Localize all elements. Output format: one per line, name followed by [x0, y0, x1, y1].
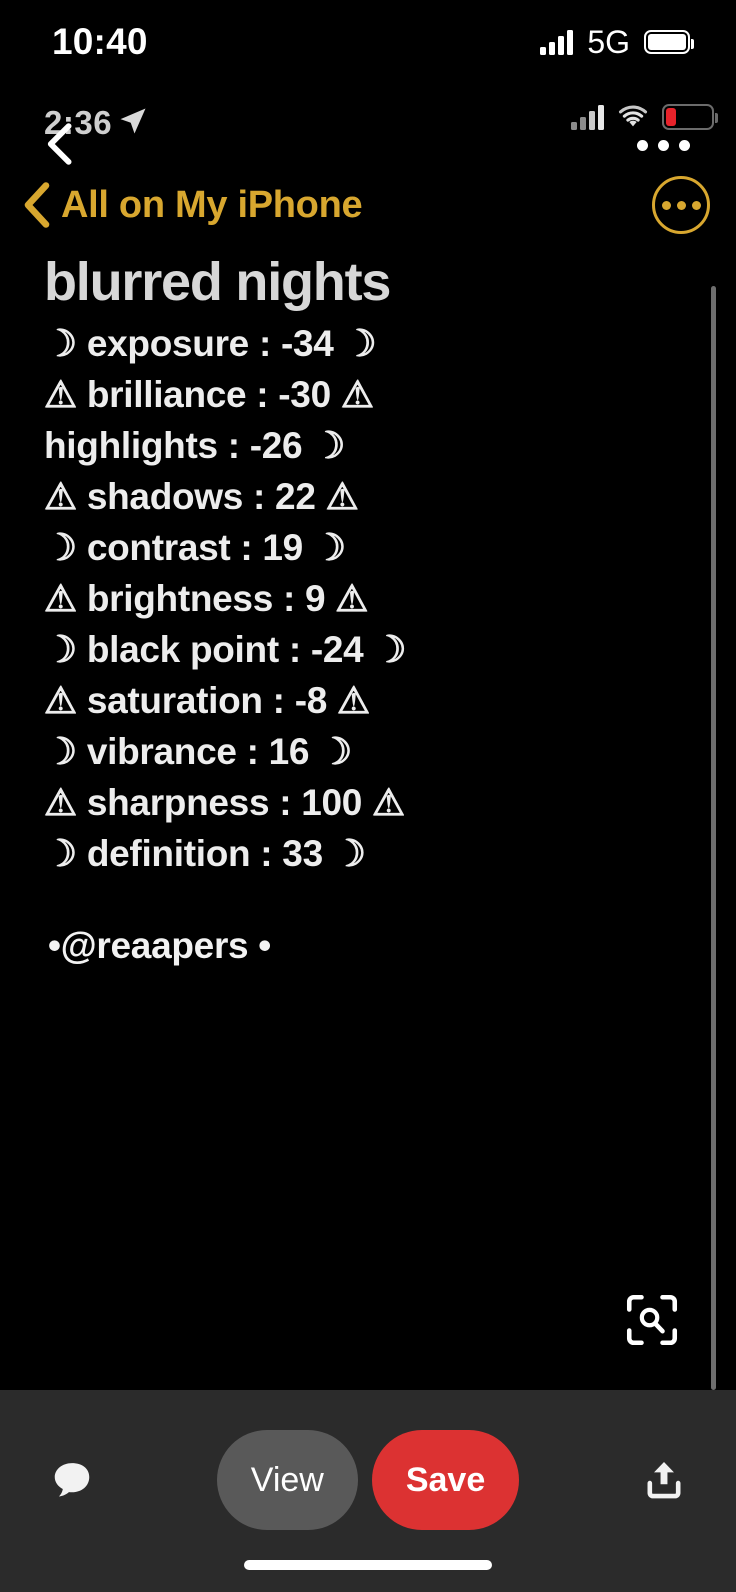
note-line: ⚠ shadows : 22 ⚠ — [44, 476, 359, 518]
note-line: ☽ black point : -24 ☽ — [44, 629, 407, 671]
note-line: highlights : -26 ☽ — [44, 425, 346, 467]
three-dots-indicator — [637, 140, 690, 151]
action-pills: View Save — [216, 1430, 520, 1530]
back-button-label: All on My iPhone — [61, 183, 363, 226]
share-button[interactable] — [634, 1430, 694, 1530]
cellular-bars-icon — [571, 104, 604, 130]
live-text-scan-icon[interactable] — [624, 1292, 680, 1348]
wifi-icon — [618, 105, 648, 127]
device-status-bar: 10:40 5G — [0, 0, 736, 84]
cellular-bars-icon — [540, 29, 574, 55]
phone-screen: 10:40 5G 2:36 All on My iPhone blurred n… — [0, 0, 736, 1592]
screenshot-status-bar: 2:36 — [0, 98, 736, 160]
ellipsis-circle-icon[interactable] — [652, 176, 710, 234]
battery-full-icon — [644, 30, 694, 54]
device-status-icons: 5G — [540, 23, 694, 61]
note-line: ☽ definition : 33 ☽ — [44, 833, 366, 875]
share-export-icon — [647, 1461, 681, 1499]
note-line: ⚠ sharpness : 100 ⚠ — [44, 782, 405, 824]
note-line: ☽ contrast : 19 ☽ — [44, 527, 346, 569]
note-credit: •@reaapers • — [48, 925, 271, 967]
view-button[interactable]: View — [216, 1430, 358, 1530]
note-content[interactable]: blurred nights ☽ exposure : -34 ☽ ⚠ bril… — [0, 244, 736, 1390]
screenshot-status-icons — [571, 104, 718, 130]
back-button[interactable]: All on My iPhone — [22, 181, 363, 229]
device-clock: 10:40 — [52, 21, 148, 62]
vertical-scrollbar[interactable] — [711, 286, 716, 1390]
comment-button[interactable] — [42, 1430, 102, 1530]
note-title: blurred nights — [44, 252, 391, 312]
save-button[interactable]: Save — [371, 1430, 520, 1530]
battery-low-icon — [662, 104, 718, 130]
speech-bubble-icon — [54, 1463, 90, 1497]
network-type-label: 5G — [587, 23, 630, 60]
note-line: ⚠ brightness : 9 ⚠ — [44, 578, 369, 620]
screenshot-back-chevron-icon — [47, 123, 72, 165]
chevron-left-icon — [24, 182, 50, 228]
note-line: ⚠ saturation : -8 ⚠ — [44, 680, 370, 722]
location-arrow-icon — [118, 106, 148, 141]
note-line: ☽ exposure : -34 ☽ — [44, 323, 377, 365]
note-line: ☽ vibrance : 16 ☽ — [44, 731, 353, 773]
home-indicator-bar — [244, 1560, 492, 1570]
bottom-toolbar: View Save — [0, 1390, 736, 1592]
note-line: ⚠ brilliance : -30 ⚠ — [44, 374, 374, 416]
notes-nav-bar: All on My iPhone — [0, 172, 736, 238]
